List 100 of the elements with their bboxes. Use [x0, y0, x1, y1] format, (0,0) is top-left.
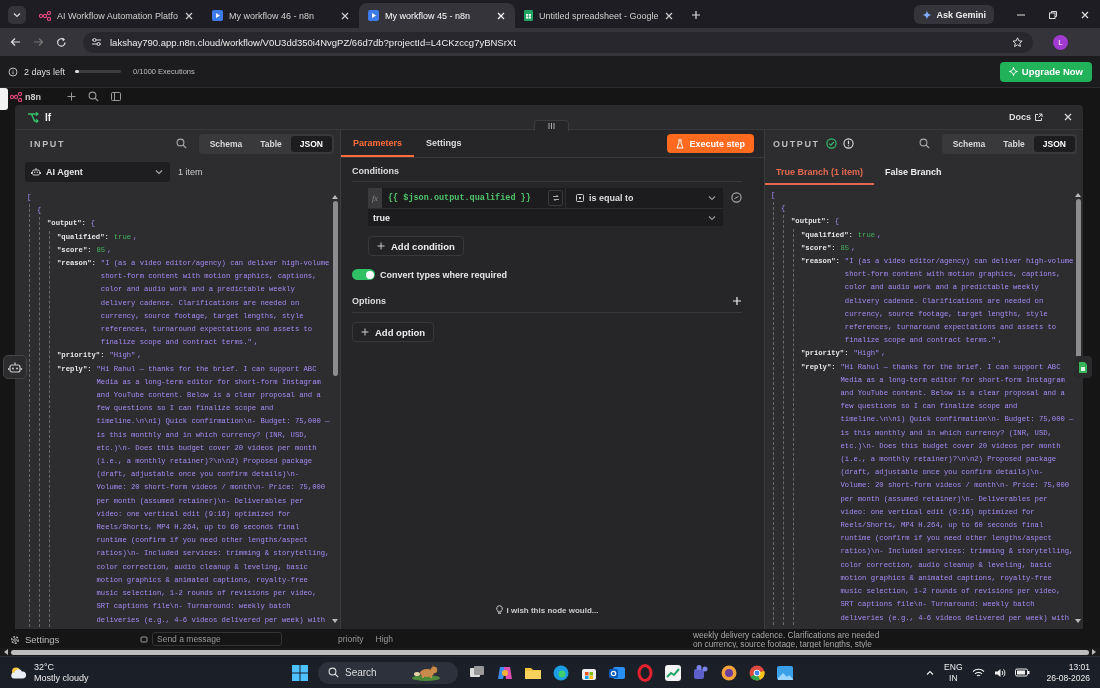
chart-icon[interactable] — [664, 663, 682, 682]
feedback-link[interactable]: I wish this node would... — [506, 605, 599, 615]
clock-time: 13:01 — [1067, 662, 1090, 673]
photos-icon[interactable] — [776, 663, 794, 682]
browser-tab[interactable]: Untitled spreadsheet - Google — [514, 3, 684, 28]
search-icon[interactable] — [175, 138, 187, 149]
chat-button[interactable] — [3, 355, 27, 379]
clock-date: 26-08-2026 — [1046, 672, 1090, 683]
branch-tab[interactable]: True Branch (1 item) — [765, 167, 875, 185]
convert-button[interactable] — [548, 190, 563, 206]
section-title: Options — [352, 296, 386, 306]
note-text: weekly delivery cadence. Clarifications are needed — [693, 631, 880, 640]
view-tab[interactable]: JSON — [290, 135, 332, 152]
search-input[interactable]: Search — [345, 667, 405, 678]
close-icon[interactable] — [1063, 112, 1073, 122]
view-tab[interactable]: Schema — [943, 135, 995, 152]
add-condition-button[interactable]: Add condition — [368, 236, 464, 256]
add-option-button[interactable]: Add option — [352, 322, 435, 342]
toggle-label: Convert types where required — [380, 269, 508, 280]
play-icon — [211, 10, 223, 21]
sheet-button[interactable] — [1074, 356, 1092, 378]
close-tab-icon[interactable] — [495, 10, 506, 21]
ring-icon[interactable] — [636, 663, 654, 682]
remove-condition-icon[interactable] — [731, 192, 742, 203]
speaker-icon[interactable] — [993, 667, 1006, 678]
settings-icon[interactable] — [10, 634, 20, 645]
item-count: 1 item — [178, 167, 203, 177]
view-tab[interactable]: JSON — [1033, 135, 1075, 152]
restore-icon[interactable] — [1048, 10, 1058, 20]
browser-tab[interactable]: My workflow 46 - n8n — [202, 3, 359, 28]
search-bar[interactable]: Search — [318, 661, 458, 684]
chevron-down-icon — [707, 193, 717, 203]
browser-icon[interactable] — [552, 663, 570, 682]
browser-tab[interactable]: AI Workflow Automation Platfo — [30, 3, 203, 28]
sidebar-toggle-icon[interactable] — [111, 92, 121, 101]
close-tab-icon[interactable] — [183, 10, 194, 21]
view-tab[interactable]: Schema — [200, 135, 252, 152]
info-icon — [8, 66, 18, 77]
ask-gemini-button[interactable]: Ask Gemini — [914, 5, 994, 24]
close-tab-icon[interactable] — [664, 10, 675, 21]
settings-tab[interactable]: Parameters — [341, 130, 415, 157]
language: ENG — [944, 662, 963, 673]
region: IN — [948, 672, 959, 683]
field-name: priority — [338, 634, 364, 644]
address-bar[interactable]: lakshay790.app.n8n.cloud/workflow/V0U3dd350i4NvgPZ/66d7db?projectId=L4CKzccg7yBNSrXt — [83, 31, 1033, 53]
back-icon[interactable] — [10, 37, 21, 47]
wifi-icon[interactable] — [971, 667, 985, 678]
search-icon — [328, 667, 339, 678]
reload-icon[interactable] — [56, 36, 67, 48]
chevron-down-icon — [154, 167, 164, 177]
search-icon[interactable] — [918, 138, 930, 149]
workflow-logo-icon — [10, 91, 22, 102]
profile-avatar[interactable]: L — [1053, 34, 1068, 50]
toggle-switch[interactable] — [352, 269, 375, 280]
site-settings-icon[interactable] — [91, 37, 102, 47]
drag-handle[interactable] — [534, 120, 569, 131]
url-text: lakshay790.app.n8n.cloud/workflow/V0U3dd350i4NvgPZ/66d7db?projectId=L4CKzccg7yBNSrXt — [110, 36, 517, 48]
logo-text: n8n — [25, 91, 41, 102]
sparkle-icon — [1008, 67, 1018, 76]
plus-icon — [377, 242, 385, 250]
chevron-down-icon — [12, 10, 22, 20]
panel-title: OUTPUT — [773, 138, 820, 149]
browser-tab[interactable]: My workflow 45 - n8n — [358, 3, 515, 28]
grip-icon — [548, 123, 555, 129]
search-highlight-drawing — [411, 664, 441, 681]
new-tab-icon[interactable] — [691, 10, 702, 20]
expression-field[interactable]: {{ $json.output.qualified }} — [382, 188, 565, 208]
branch-tab[interactable]: False Branch — [874, 167, 953, 185]
chrome-icon[interactable] — [748, 663, 766, 682]
workflow-logo-icon — [39, 10, 51, 21]
add-icon[interactable] — [67, 92, 76, 101]
panel-title: INPUT — [30, 138, 65, 149]
document-icon — [1078, 360, 1088, 374]
close-icon[interactable] — [1080, 10, 1090, 20]
bookmark-star-icon[interactable] — [1012, 36, 1023, 48]
value-dropdown[interactable]: true — [368, 208, 723, 226]
people-icon[interactable] — [692, 663, 710, 682]
chat-input[interactable]: Send a message — [152, 632, 282, 646]
settings-link[interactable]: Settings — [25, 634, 60, 645]
external-link-icon[interactable] — [1034, 112, 1043, 122]
plus-icon — [361, 328, 369, 336]
trial-days-left: 2 days left — [24, 66, 66, 77]
battery-icon[interactable] — [1014, 668, 1030, 677]
cloud-icon — [10, 666, 28, 679]
source-dropdown[interactable]: AI Agent — [25, 162, 170, 182]
view-tab[interactable]: Table — [994, 135, 1034, 152]
field-value: High — [375, 634, 393, 644]
start-icon[interactable] — [292, 664, 308, 681]
sparkle-icon — [922, 9, 933, 20]
temperature: 32°C — [34, 662, 56, 673]
tab-list-button[interactable] — [8, 6, 26, 24]
lightbulb-icon — [495, 605, 503, 615]
section-title: Conditions — [352, 158, 742, 182]
swap-icon — [551, 194, 560, 202]
close-tab-icon[interactable] — [339, 10, 350, 21]
view-tab[interactable]: Table — [251, 135, 291, 152]
docs-link[interactable]: Docs — [1009, 112, 1031, 122]
settings-tab[interactable]: Settings — [414, 130, 474, 157]
success-check-icon — [825, 138, 837, 149]
search-icon[interactable] — [88, 91, 99, 102]
